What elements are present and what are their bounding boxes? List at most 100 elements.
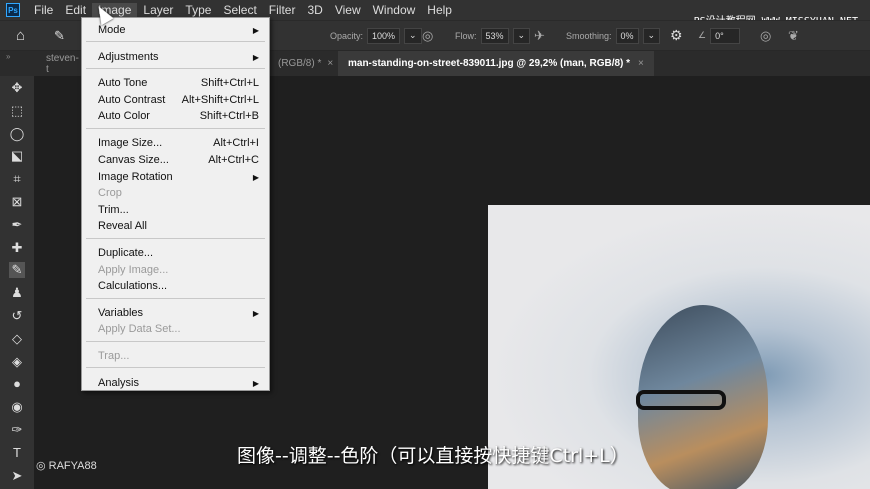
- smoothing-input[interactable]: 0%: [615, 27, 639, 44]
- menu-item-apply-data-set: Apply Data Set...: [98, 321, 259, 337]
- menu-separator: [86, 298, 265, 299]
- path-select-tool-icon[interactable]: ➤: [9, 468, 25, 484]
- menu-separator: [86, 41, 265, 42]
- menu-item-trap: Trap...: [98, 348, 259, 364]
- menu-item-label: Variables: [98, 307, 144, 319]
- menu-item-image-size[interactable]: Image Size... Alt+Ctrl+I: [98, 135, 259, 151]
- menu-item-image-rotation[interactable]: Image Rotation ▶: [98, 169, 259, 185]
- healing-tool-icon[interactable]: ✚: [9, 240, 25, 256]
- submenu-arrow-icon: ▶: [252, 52, 259, 62]
- shortcut-label: Alt+Ctrl+I: [213, 137, 259, 149]
- menu-item-label: Auto Contrast: [98, 94, 166, 106]
- photoshop-logo: Ps: [6, 3, 20, 17]
- type-tool-icon[interactable]: T: [9, 445, 25, 461]
- menu-help[interactable]: Help: [421, 3, 458, 17]
- menu-item-adjustments[interactable]: Adjustments ▶: [98, 49, 259, 65]
- angle-input[interactable]: 0°: [710, 27, 741, 44]
- menu-item-mode[interactable]: Mode ▶: [98, 22, 259, 38]
- menu-item-label: Duplicate...: [98, 247, 154, 259]
- angle-icon: ∠: [698, 30, 707, 40]
- opacity-input[interactable]: 100%: [367, 27, 401, 44]
- menu-item-label: Image Size...: [98, 137, 163, 149]
- menu-3d[interactable]: 3D: [301, 3, 328, 17]
- stamp-tool-icon[interactable]: ♟: [9, 285, 25, 301]
- menu-type[interactable]: Type: [179, 3, 217, 17]
- menu-item-trim[interactable]: Trim...: [98, 202, 259, 218]
- instagram-handle: ◎ RAFYA88: [36, 460, 97, 472]
- menu-select[interactable]: Select: [217, 3, 262, 17]
- blur-tool-icon[interactable]: ●: [9, 376, 25, 392]
- symmetry-icon[interactable]: ❦: [788, 28, 799, 44]
- menu-separator: [86, 367, 265, 368]
- airbrush-icon[interactable]: ✈: [534, 28, 545, 44]
- menu-window[interactable]: Window: [367, 3, 422, 17]
- shortcut-label: Shift+Ctrl+B: [199, 110, 259, 122]
- menu-item-label: Adjustments: [98, 51, 159, 63]
- paint-bucket-tool-icon[interactable]: ◈: [9, 354, 25, 370]
- chevron-down-icon[interactable]: ⌄: [642, 27, 661, 44]
- menu-item-variables[interactable]: Variables ▶: [98, 305, 259, 321]
- eyedropper-tool-icon[interactable]: ✒: [9, 217, 25, 233]
- menu-separator: [86, 341, 265, 342]
- menu-item-reveal-all[interactable]: Reveal All: [98, 218, 259, 234]
- tab-document-2[interactable]: (RGB/8) * ×: [268, 51, 343, 76]
- menu-item-canvas-size[interactable]: Canvas Size... Alt+Ctrl+C: [98, 152, 259, 168]
- menu-edit[interactable]: Edit: [59, 3, 92, 17]
- pen-tool-icon[interactable]: ✑: [9, 422, 25, 438]
- menu-item-label: Crop: [98, 187, 122, 199]
- menu-item-label: Apply Image...: [98, 264, 169, 276]
- lasso-tool-icon[interactable]: ◯: [9, 126, 25, 142]
- submenu-arrow-icon: ▶: [252, 378, 259, 388]
- home-icon[interactable]: ⌂: [16, 27, 25, 44]
- tab-document-1[interactable]: steven-t: [36, 51, 86, 76]
- menu-item-label: Mode: [98, 24, 126, 36]
- close-icon[interactable]: ×: [638, 58, 644, 69]
- brush-tool-icon[interactable]: ✎: [9, 262, 25, 279]
- menu-item-label: Image Rotation: [98, 171, 173, 183]
- marquee-tool-icon[interactable]: ⬚: [9, 103, 25, 119]
- flow-input[interactable]: 53%: [480, 27, 509, 44]
- menu-item-label: Auto Tone: [98, 77, 148, 89]
- brush-preset-icon[interactable]: ✎: [54, 28, 65, 44]
- menu-file[interactable]: File: [28, 3, 59, 17]
- chevron-down-icon[interactable]: ⌄: [512, 27, 531, 44]
- frame-tool-icon[interactable]: ⊠: [9, 194, 25, 210]
- gear-icon[interactable]: ⚙: [670, 27, 683, 44]
- pressure-opacity-icon[interactable]: ◎: [422, 28, 433, 44]
- close-icon[interactable]: ×: [327, 58, 333, 69]
- menu-item-label: Trim...: [98, 204, 129, 216]
- image-menu-dropdown: Mode ▶ Adjustments ▶ Auto Tone Shift+Ctrl+L Au…: [81, 17, 270, 391]
- menu-item-calculations[interactable]: Calculations...: [98, 278, 259, 294]
- pressure-size-icon[interactable]: ◎: [760, 28, 771, 44]
- submenu-arrow-icon: ▶: [252, 308, 259, 318]
- dodge-tool-icon[interactable]: ◉: [9, 399, 25, 415]
- menu-separator: [86, 128, 265, 129]
- menu-separator: [86, 68, 265, 69]
- opacity-label: Opacity:: [330, 30, 364, 41]
- quick-select-tool-icon[interactable]: ⬕: [9, 148, 25, 164]
- menu-filter[interactable]: Filter: [263, 3, 302, 17]
- menu-separator: [86, 238, 265, 239]
- chevron-down-icon[interactable]: ⌄: [404, 27, 422, 44]
- menu-item-label: Calculations...: [98, 280, 168, 292]
- tab-document-active[interactable]: man-standing-on-street-839011.jpg @ 29,2…: [338, 51, 654, 76]
- subtitle-caption: 图像--调整--色阶（可以直接按快捷键Ctrl+L）: [237, 445, 629, 467]
- menu-item-analysis[interactable]: Analysis ▶: [98, 375, 259, 391]
- menu-item-auto-contrast[interactable]: Auto Contrast Alt+Shift+Ctrl+L: [98, 92, 259, 108]
- expand-panels-icon[interactable]: »: [6, 52, 10, 61]
- shortcut-label: Alt+Ctrl+C: [208, 154, 259, 166]
- crop-tool-icon[interactable]: ⌗: [9, 171, 25, 187]
- menu-item-label: Trap...: [98, 350, 130, 362]
- menu-layer[interactable]: Layer: [137, 3, 179, 17]
- menu-item-auto-color[interactable]: Auto Color Shift+Ctrl+B: [98, 108, 259, 124]
- move-tool-icon[interactable]: ✥: [9, 80, 25, 96]
- menu-view[interactable]: View: [329, 3, 367, 17]
- menu-item-duplicate[interactable]: Duplicate...: [98, 245, 259, 261]
- history-brush-tool-icon[interactable]: ↺: [9, 308, 25, 324]
- menu-item-auto-tone[interactable]: Auto Tone Shift+Ctrl+L: [98, 75, 259, 91]
- menu-item-label: Auto Color: [98, 110, 150, 122]
- eraser-tool-icon[interactable]: ◇: [9, 331, 25, 347]
- submenu-arrow-icon: ▶: [252, 172, 259, 182]
- menu-item-label: Canvas Size...: [98, 154, 169, 166]
- menu-item-apply-image: Apply Image...: [98, 262, 259, 278]
